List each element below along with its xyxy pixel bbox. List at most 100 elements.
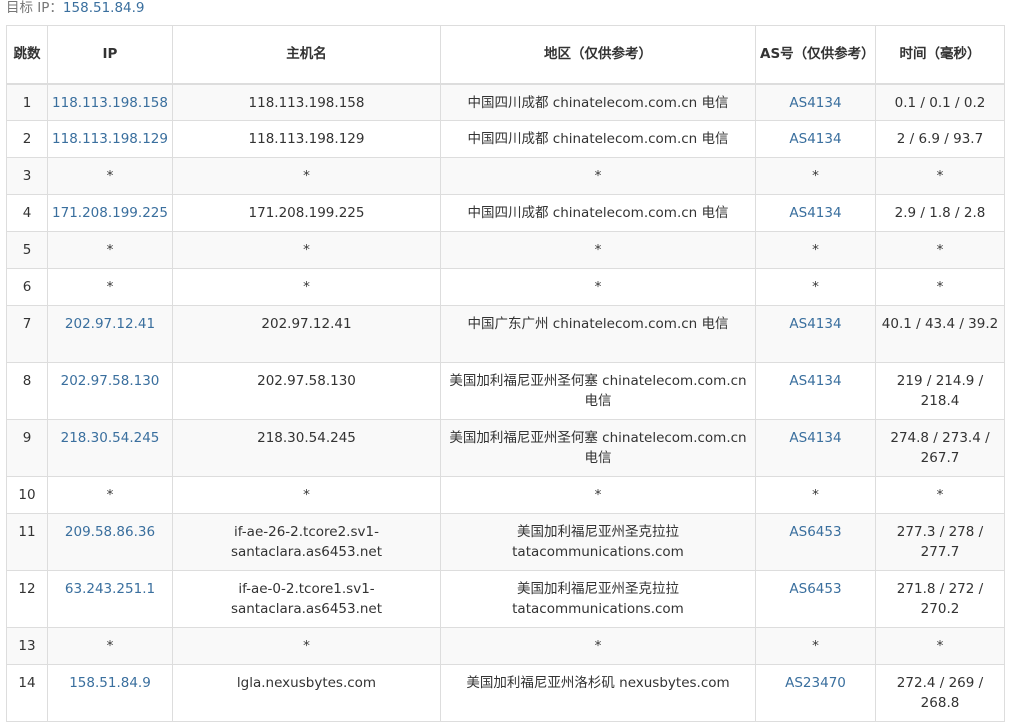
as-cell: * [755,627,876,665]
host-cell: * [172,231,441,269]
ip-link[interactable]: 118.113.198.129 [47,120,173,158]
as-link[interactable]: AS4134 [755,83,876,121]
host-cell: * [172,157,441,195]
hop-cell: 12 [6,570,48,628]
table-row: 13 * * * * * [6,627,1005,665]
time-cell: * [875,627,1005,665]
ip-cell: * [47,476,173,514]
table-row: 7 202.97.12.41 202.97.12.41 中国广东广州 china… [6,305,1005,363]
target-ip-label: 目标 IP： [6,0,63,16]
table-row: 5 * * * * * [6,231,1005,269]
target-ip-value: 158.51.84.9 [62,0,145,16]
table-row: 8 202.97.58.130 202.97.58.130 美国加利福尼亚州圣何… [6,362,1005,420]
location-cell: 美国加利福尼亚州圣克拉拉 tatacommunications.com [440,570,756,628]
host-cell: 218.30.54.245 [172,419,441,477]
host-cell: 118.113.198.129 [172,120,441,158]
location-cell: * [440,476,756,514]
location-cell: 中国四川成都 chinatelecom.com.cn 电信 [440,194,756,232]
host-cell: * [172,476,441,514]
time-cell: 2 / 6.9 / 93.7 [875,120,1005,158]
location-cell: 中国四川成都 chinatelecom.com.cn 电信 [440,120,756,158]
time-cell: 272.4 / 269 / 268.8 [875,664,1005,722]
location-cell: * [440,157,756,195]
time-cell: * [875,231,1005,269]
hop-cell: 2 [6,120,48,158]
hop-cell: 4 [6,194,48,232]
hop-cell: 7 [6,305,48,363]
ip-cell: * [47,157,173,195]
ip-link[interactable]: 202.97.12.41 [47,305,173,363]
table-row: 2 118.113.198.129 118.113.198.129 中国四川成都… [6,120,1005,158]
ip-link[interactable]: 171.208.199.225 [47,194,173,232]
location-cell: * [440,627,756,665]
column-header-location: 地区（仅供参考） [440,25,756,85]
ip-cell: * [47,268,173,306]
ip-link[interactable]: 218.30.54.245 [47,419,173,477]
ip-link[interactable]: 63.243.251.1 [47,570,173,628]
location-cell: 美国加利福尼亚州洛杉矶 nexusbytes.com [440,664,756,722]
as-link[interactable]: AS4134 [755,194,876,232]
table-row: 4 171.208.199.225 171.208.199.225 中国四川成都… [6,194,1005,232]
hop-cell: 6 [6,268,48,306]
host-cell: * [172,268,441,306]
ip-link[interactable]: 202.97.58.130 [47,362,173,420]
table-row: 11 209.58.86.36 if-ae-26-2.tcore2.sv1-sa… [6,513,1005,571]
as-cell: * [755,157,876,195]
time-cell: 219 / 214.9 / 218.4 [875,362,1005,420]
ip-cell: * [47,627,173,665]
as-link[interactable]: AS4134 [755,305,876,363]
ip-link[interactable]: 209.58.86.36 [47,513,173,571]
host-cell: * [172,627,441,665]
time-cell: 271.8 / 272 / 270.2 [875,570,1005,628]
traceroute-table: 跳数 IP 主机名 地区（仅供参考） AS号（仅供参考） 时间（毫秒） 1 11… [6,25,1005,722]
table-row: 9 218.30.54.245 218.30.54.245 美国加利福尼亚州圣何… [6,419,1005,477]
as-link[interactable]: AS4134 [755,362,876,420]
time-cell: * [875,268,1005,306]
host-cell: lgla.nexusbytes.com [172,664,441,722]
hop-cell: 3 [6,157,48,195]
as-cell: * [755,268,876,306]
hop-cell: 1 [6,83,48,121]
time-cell: 0.1 / 0.1 / 0.2 [875,83,1005,121]
as-link[interactable]: AS4134 [755,419,876,477]
time-cell: 2.9 / 1.8 / 2.8 [875,194,1005,232]
table-row: 12 63.243.251.1 if-ae-0-2.tcore1.sv1-san… [6,570,1005,628]
column-header-host: 主机名 [172,25,441,85]
host-cell: 202.97.58.130 [172,362,441,420]
as-link[interactable]: AS23470 [755,664,876,722]
as-cell: * [755,476,876,514]
column-header-hop: 跳数 [6,25,48,85]
hop-cell: 14 [6,664,48,722]
hop-cell: 8 [6,362,48,420]
host-cell: 171.208.199.225 [172,194,441,232]
hop-cell: 13 [6,627,48,665]
column-header-ip: IP [47,25,173,85]
table-row: 6 * * * * * [6,268,1005,306]
location-cell: 美国加利福尼亚州圣何塞 chinatelecom.com.cn 电信 [440,362,756,420]
table-row: 3 * * * * * [6,157,1005,195]
time-cell: * [875,476,1005,514]
column-header-as: AS号（仅供参考） [755,25,876,85]
table-row: 1 118.113.198.158 118.113.198.158 中国四川成都… [6,83,1005,121]
as-cell: * [755,231,876,269]
ip-link[interactable]: 158.51.84.9 [47,664,173,722]
target-ip-line: 目标 IP：158.51.84.9 [6,0,145,18]
location-cell: 美国加利福尼亚州圣何塞 chinatelecom.com.cn 电信 [440,419,756,477]
location-cell: * [440,231,756,269]
table-row: 10 * * * * * [6,476,1005,514]
time-cell: 274.8 / 273.4 / 267.7 [875,419,1005,477]
as-link[interactable]: AS6453 [755,570,876,628]
table-header-row: 跳数 IP 主机名 地区（仅供参考） AS号（仅供参考） 时间（毫秒） [6,25,1005,85]
ip-link[interactable]: 118.113.198.158 [47,83,173,121]
hop-cell: 9 [6,419,48,477]
host-cell: 202.97.12.41 [172,305,441,363]
hop-cell: 5 [6,231,48,269]
location-cell: 中国四川成都 chinatelecom.com.cn 电信 [440,83,756,121]
host-cell: 118.113.198.158 [172,83,441,121]
location-cell: * [440,268,756,306]
hop-cell: 11 [6,513,48,571]
ip-cell: * [47,231,173,269]
as-link[interactable]: AS6453 [755,513,876,571]
hop-cell: 10 [6,476,48,514]
as-link[interactable]: AS4134 [755,120,876,158]
